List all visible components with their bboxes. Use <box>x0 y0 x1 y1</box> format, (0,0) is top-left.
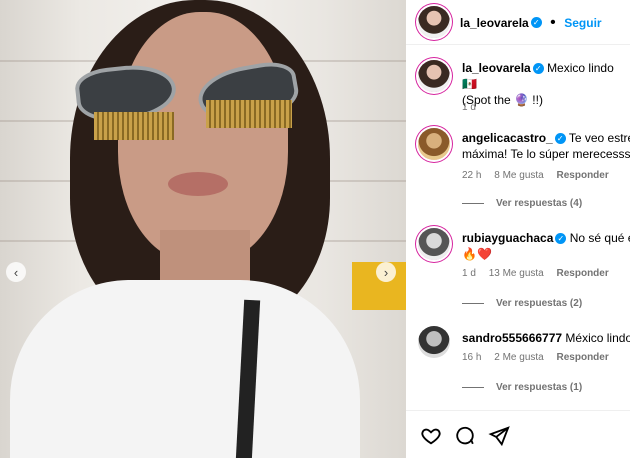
view-replies-label[interactable]: Ver respuestas (4) <box>496 198 582 209</box>
comment-meta: 16 h 2 Me gusta Responder <box>462 350 619 366</box>
comment-bubble-icon[interactable] <box>454 425 476 452</box>
separator-dot: • <box>550 14 556 31</box>
comment-body: angelicacastro_✓ Te veo estresa <box>462 130 630 146</box>
view-replies-button[interactable]: Ver respuestas (2) <box>462 296 582 312</box>
comment-item: rubiayguachaca✓ No sé qué es 🔥❤️ 1 d 13 … <box>418 224 630 314</box>
verified-badge-icon: ✓ <box>554 133 566 145</box>
comment-avatar[interactable] <box>418 326 450 358</box>
comment-text-line2: 🔥❤️ <box>462 247 492 261</box>
comment-body: rubiayguachaca✓ No sé qué es <box>462 230 630 246</box>
verified-badge-icon: ✓ <box>530 17 542 29</box>
fringe-sunglasses <box>73 52 302 140</box>
comment-time: 16 h <box>462 352 482 363</box>
view-replies-button[interactable]: Ver respuestas (1) <box>462 380 582 396</box>
author-avatar[interactable] <box>418 6 450 38</box>
comment-likes[interactable]: 13 Me gusta <box>489 268 544 279</box>
replies-line <box>462 386 484 388</box>
heart-outline-icon[interactable] <box>420 425 442 452</box>
comment-body: sandro555666777 México lindo <box>462 330 630 346</box>
verified-badge-icon: ✓ <box>532 63 544 75</box>
next-arrow-icon[interactable]: › <box>376 262 396 282</box>
caption-meta: 1 d <box>462 100 486 116</box>
comment-body-line2: máxima! Te lo súper merecesss ! <box>462 146 630 162</box>
post-actions <box>406 410 630 459</box>
paper-plane-icon[interactable] <box>488 425 510 452</box>
comment-text: Te veo estresa <box>568 131 630 145</box>
comment-body-line2: 🔥❤️ <box>462 246 630 262</box>
previous-arrow-icon[interactable]: ‹ <box>6 262 26 282</box>
comment-text: México lindo <box>565 331 630 345</box>
post-header: la_leovarela ✓ • Seguir <box>406 0 630 45</box>
replies-line <box>462 202 484 204</box>
comment-text-line2: máxima! Te lo súper merecesss ! <box>462 147 630 161</box>
post-media: ‹ › <box>0 0 406 458</box>
comment-username[interactable]: angelicacastro_ <box>462 131 553 145</box>
lips <box>168 172 228 196</box>
comment-item: sandro555666777 México lindo 16 h 2 Me g… <box>418 324 630 404</box>
white-shirt <box>10 280 360 458</box>
comment-likes[interactable]: 2 Me gusta <box>494 352 543 363</box>
comment-time: 1 d <box>462 268 476 279</box>
comment-meta: 22 h 8 Me gusta Responder <box>462 168 619 184</box>
post-panel: la_leovarela ✓ • Seguir la_leovarela ✓ Mex… <box>406 0 630 458</box>
comment-text: No sé qué es <box>569 231 630 245</box>
view-replies-label[interactable]: Ver respuestas (2) <box>496 298 582 309</box>
caption-body: la_leovarela ✓ Mexico lindo 🇲🇽 (Spot the … <box>462 60 630 108</box>
caption-time: 1 d <box>462 102 476 113</box>
follow-button[interactable]: Seguir <box>564 16 601 30</box>
comment-likes[interactable]: 8 Me gusta <box>494 170 543 181</box>
comments-list[interactable]: la_leovarela ✓ Mexico lindo 🇲🇽 (Spot the … <box>406 44 630 410</box>
comment-item: angelicacastro_✓ Te veo estresa máxima! … <box>418 124 630 214</box>
comment-time: 22 h <box>462 170 482 181</box>
comment-username[interactable]: sandro555666777 <box>462 331 562 345</box>
reply-button[interactable]: Responder <box>557 170 609 181</box>
gold-fringe <box>94 112 174 140</box>
caption-username[interactable]: la_leovarela <box>462 61 531 75</box>
comment-username[interactable]: rubiayguachaca <box>462 231 553 245</box>
comment-avatar[interactable] <box>418 228 450 260</box>
caption: la_leovarela ✓ Mexico lindo 🇲🇽 (Spot the … <box>418 54 630 114</box>
gold-fringe <box>206 100 292 128</box>
comment-avatar[interactable] <box>418 128 450 160</box>
caption-avatar[interactable] <box>418 60 450 92</box>
replies-line <box>462 302 484 304</box>
reply-button[interactable]: Responder <box>557 352 609 363</box>
verified-badge-icon: ✓ <box>555 233 567 245</box>
view-replies-button[interactable]: Ver respuestas (4) <box>462 196 582 212</box>
reply-button[interactable]: Responder <box>557 268 609 279</box>
author-username[interactable]: la_leovarela <box>460 16 529 30</box>
comment-meta: 1 d 13 Me gusta Responder <box>462 266 619 282</box>
view-replies-label[interactable]: Ver respuestas (1) <box>496 382 582 393</box>
